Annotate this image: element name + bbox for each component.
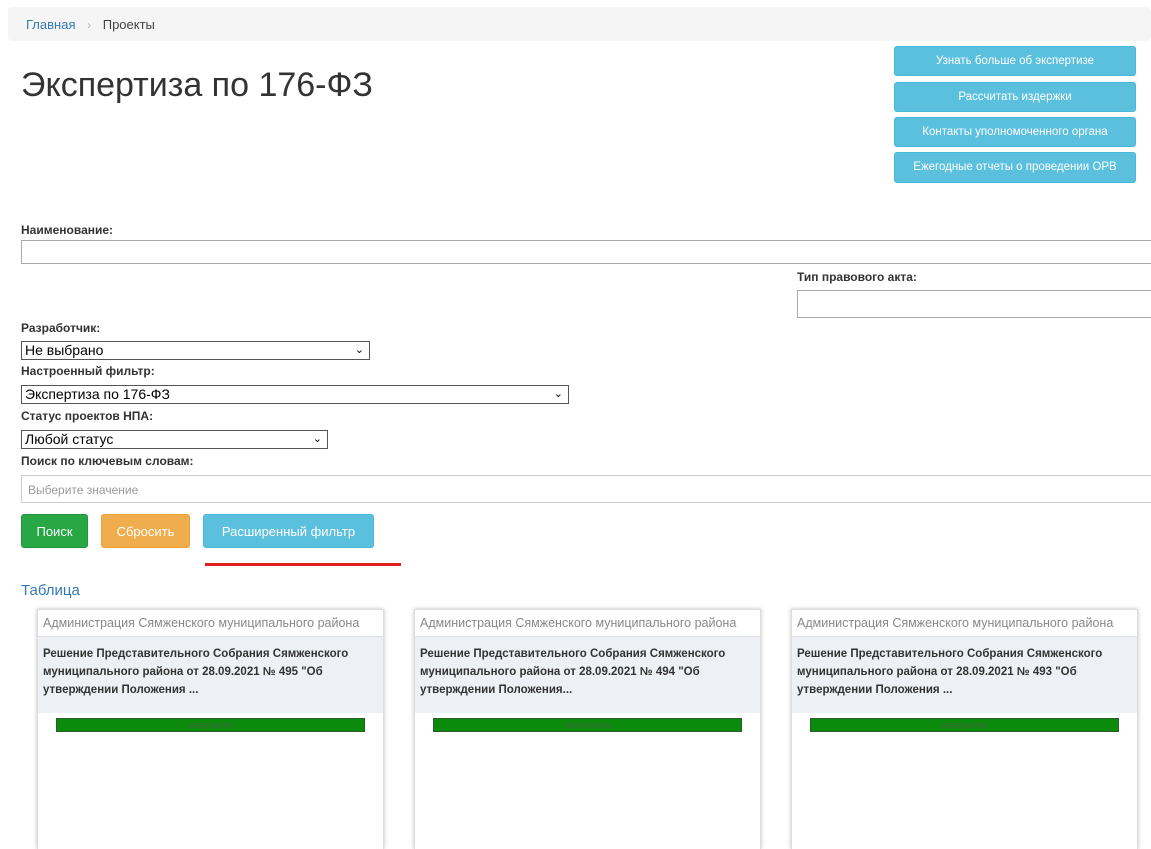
learn-more-button[interactable]: Узнать больше об экспертизе xyxy=(894,46,1136,76)
name-label: Наименование: xyxy=(21,223,114,237)
developer-select[interactable]: Не выбрано ⌄ xyxy=(21,341,370,360)
keywords-placeholder: Выберите значение xyxy=(28,483,139,497)
status-bar: завершено xyxy=(810,718,1119,732)
card-org: Администрация Сямженского муниципального… xyxy=(38,610,383,637)
highlight-underline xyxy=(205,563,401,566)
project-card[interactable]: Администрация Сямженского муниципального… xyxy=(414,609,761,849)
search-button[interactable]: Поиск xyxy=(21,514,88,548)
card-description[interactable]: Решение Представительного Собрания Сямже… xyxy=(38,637,383,713)
custom-filter-label: Настроенный фильтр: xyxy=(21,364,155,378)
act-type-input[interactable] xyxy=(797,290,1151,318)
card-description[interactable]: Решение Представительного Собрания Сямже… xyxy=(792,637,1137,713)
chevron-down-icon: ⌄ xyxy=(312,433,322,445)
contacts-button[interactable]: Контакты уполномоченного органа xyxy=(894,117,1136,147)
custom-filter-select[interactable]: Экспертиза по 176-ФЗ ⌄ xyxy=(21,385,569,404)
project-card[interactable]: Администрация Сямженского муниципального… xyxy=(791,609,1138,849)
custom-filter-select-value: Экспертиза по 176-ФЗ xyxy=(25,386,170,402)
status-select-value: Любой статус xyxy=(25,431,114,447)
status-select[interactable]: Любой статус ⌄ xyxy=(21,430,328,449)
breadcrumb-home-link[interactable]: Главная xyxy=(26,17,75,32)
advanced-filter-button[interactable]: Расширенный фильтр xyxy=(203,514,374,548)
project-card[interactable]: Администрация Сямженского муниципального… xyxy=(37,609,384,849)
act-type-label: Тип правового акта: xyxy=(797,270,917,284)
developer-select-value: Не выбрано xyxy=(25,342,104,358)
developer-label: Разработчик: xyxy=(21,321,101,335)
page-title: Экспертиза по 176-ФЗ xyxy=(21,66,373,104)
status-bar: завершено xyxy=(433,718,742,732)
breadcrumb-current: Проекты xyxy=(102,17,155,32)
card-org: Администрация Сямженского муниципального… xyxy=(415,610,760,637)
chevron-down-icon: ⌄ xyxy=(553,388,563,400)
breadcrumb-separator: › xyxy=(87,18,92,32)
keywords-input[interactable]: Выберите значение xyxy=(21,475,1151,503)
status-bar: завершено xyxy=(56,718,365,732)
chevron-down-icon: ⌄ xyxy=(354,344,364,356)
card-org: Администрация Сямженского муниципального… xyxy=(792,610,1137,637)
table-title: Таблица xyxy=(21,582,80,599)
status-label: Статус проектов НПА: xyxy=(21,409,154,423)
annual-reports-button[interactable]: Ежегодные отчеты о проведении ОРВ xyxy=(894,152,1136,183)
reset-button[interactable]: Сбросить xyxy=(101,514,190,548)
calculate-costs-button[interactable]: Рассчитать издержки xyxy=(894,82,1136,112)
name-input[interactable] xyxy=(21,240,1151,264)
card-description[interactable]: Решение Представительного Собрания Сямже… xyxy=(415,637,760,713)
breadcrumb: Главная › Проекты xyxy=(8,7,1151,41)
keywords-label: Поиск по ключевым словам: xyxy=(21,454,194,468)
